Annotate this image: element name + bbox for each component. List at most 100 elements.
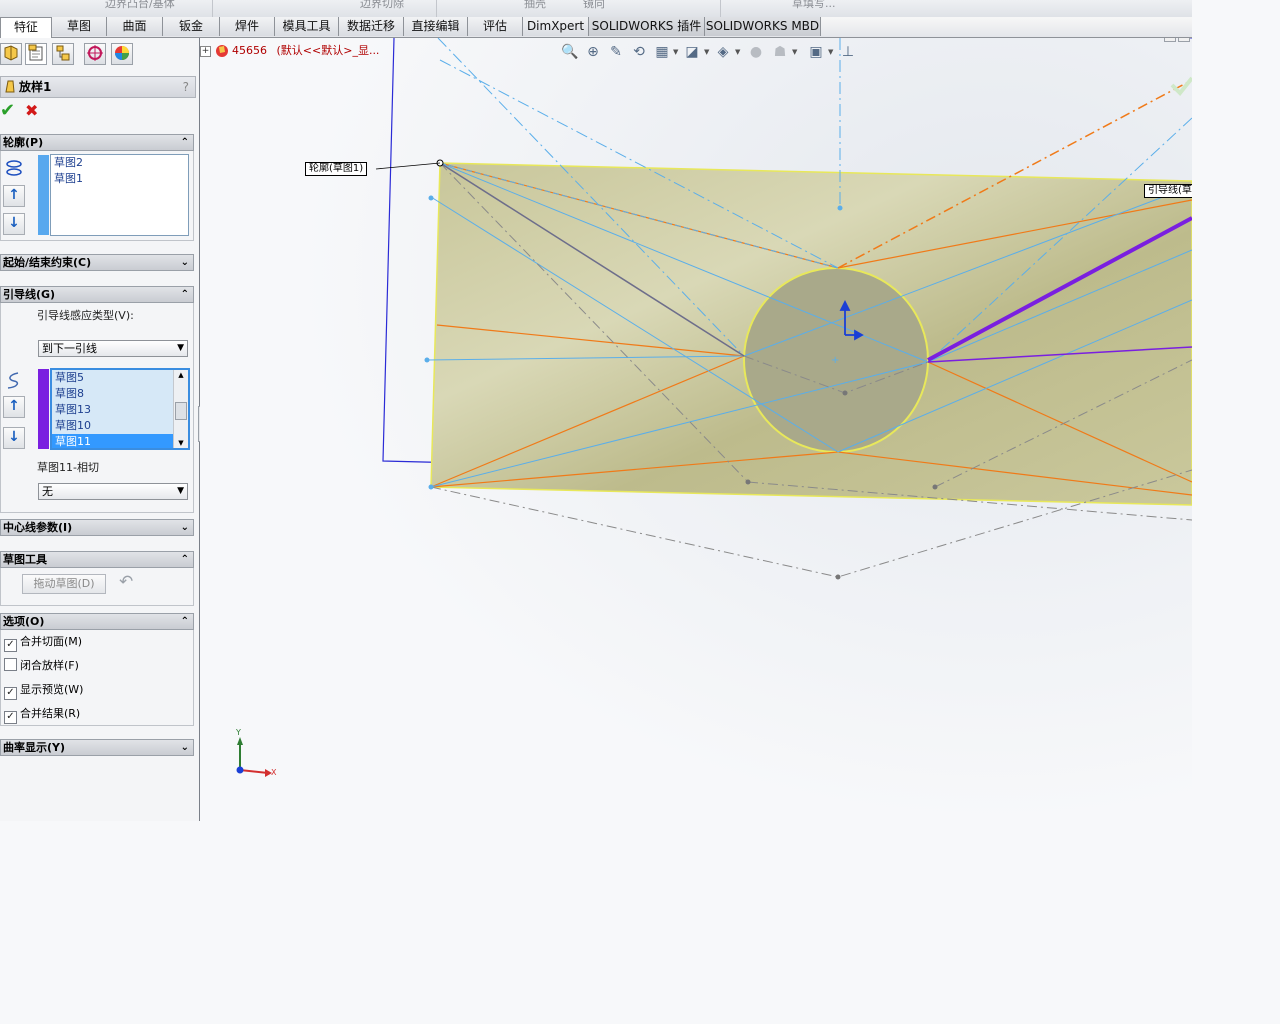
tab-surfaces[interactable]: 曲面 — [107, 17, 163, 36]
list-item[interactable]: 草图13 — [52, 402, 188, 418]
configuration-name[interactable]: (默认<<默认>_显... — [277, 44, 380, 57]
expand-icon[interactable]: ⌄ — [181, 255, 189, 270]
cancel-button[interactable]: ✖ — [25, 101, 38, 120]
chevron-down-icon[interactable]: ▼ — [704, 48, 709, 56]
list-item-selected[interactable]: 草图11 — [52, 434, 188, 448]
centerline-parameters-header[interactable]: 中心线参数(I) ⌄ — [0, 519, 194, 536]
undo-icon[interactable]: ↶ — [119, 572, 133, 592]
model-canvas[interactable]: + — [200, 38, 1192, 821]
tab-solidworks-mbd[interactable]: SOLIDWORKS MBD — [705, 17, 821, 36]
part-name[interactable]: 45656 — [232, 44, 267, 57]
profile-callout[interactable]: 轮廓(草图1) — [305, 162, 368, 176]
tab-solidworks-addins[interactable]: SOLIDWORKS 插件 — [589, 17, 705, 36]
edit-appearance-icon[interactable]: ☗ — [770, 42, 790, 62]
list-scrollbar[interactable]: ▲ ▼ — [173, 370, 188, 448]
mirror-command[interactable]: 镜向 — [583, 0, 605, 11]
collapse-icon[interactable]: ⌃ — [181, 614, 189, 629]
tab-evaluate[interactable]: 评估 — [468, 17, 523, 36]
expand-icon[interactable]: ⌄ — [181, 520, 189, 535]
apply-scene-icon[interactable]: ▣ — [806, 42, 826, 62]
chevron-down-icon[interactable]: ▼ — [735, 48, 740, 56]
manager-tab-icons — [0, 43, 199, 67]
tab-mold-tools[interactable]: 模具工具 — [275, 17, 339, 36]
profiles-section-header[interactable]: 轮廓(P) ⌃ — [0, 134, 194, 151]
divider — [720, 0, 721, 17]
graphics-viewport[interactable]: + + 45656 (默认<<默认>_显... 🔍 ⊕ ✎ ⟲ ▦ ▼ ◪ ▼ … — [200, 38, 1192, 821]
expand-icon[interactable]: + — [200, 45, 211, 57]
list-item[interactable]: 草图1 — [51, 171, 188, 187]
display-style-icon[interactable]: ◈ — [713, 42, 733, 62]
ok-button[interactable]: ✔ — [0, 100, 15, 121]
guide-callout[interactable]: 引导线(草 — [1144, 184, 1192, 198]
tab-sketch[interactable]: 草图 — [52, 17, 107, 36]
tab-sheet-metal[interactable]: 钣金 — [163, 17, 220, 36]
view-settings-icon[interactable]: ⊥ — [838, 42, 858, 62]
scroll-down-icon[interactable]: ▼ — [174, 438, 188, 448]
scroll-up-icon[interactable]: ▲ — [174, 370, 188, 380]
configuration-manager-icon[interactable] — [52, 43, 74, 65]
move-up-button[interactable]: ↑ — [3, 185, 25, 207]
section-view-icon[interactable]: ⟲ — [629, 42, 649, 62]
hide-show-items-icon[interactable]: ● — [746, 42, 766, 62]
selection-color-bar — [38, 155, 49, 235]
feature-tree-flyout[interactable]: + 45656 (默认<<默认>_显... — [200, 42, 379, 58]
feature-manager-icon[interactable] — [0, 43, 22, 65]
shell-command[interactable]: 抽壳 — [524, 0, 546, 11]
merge-tangent-faces-option[interactable]: ✓ 合并切面(M) — [4, 633, 82, 652]
show-preview-option[interactable]: ✓ 显示预览(W) — [4, 681, 83, 700]
boundary-boss-command[interactable]: 边界凸台/基体 — [105, 0, 175, 11]
tab-data-migration[interactable]: 数据迁移 — [339, 17, 404, 36]
tab-dimxpert[interactable]: DimXpert — [523, 17, 589, 36]
property-manager-panel: 放样1 ? ✔ ✖ 轮廓(P) ⌃ ↑ ↓ 草图2 草图1 起始/结束约束(C)… — [0, 38, 207, 821]
merge-result-option[interactable]: ✓ 合并结果(R) — [4, 705, 80, 724]
display-manager-icon[interactable] — [111, 43, 133, 65]
zoom-to-fit-icon[interactable]: 🔍 — [560, 42, 580, 62]
collapse-icon[interactable]: ⌃ — [181, 135, 189, 150]
guide-curves-list[interactable]: 草图5 草图8 草图13 草图10 草图11 ▲ ▼ — [50, 368, 190, 450]
profiles-list[interactable]: 草图2 草图1 — [50, 154, 189, 236]
list-item[interactable]: 草图2 — [51, 155, 188, 171]
maximize-icon[interactable]: ▢ — [1178, 38, 1190, 42]
curvature-display-header[interactable]: 曲率显示(Y) ⌄ — [0, 739, 194, 756]
divider — [436, 0, 437, 17]
options-header[interactable]: 选项(O) ⌃ — [0, 613, 194, 630]
zoom-to-area-icon[interactable]: ⊕ — [583, 42, 603, 62]
start-end-constraints-header[interactable]: 起始/结束约束(C) ⌄ — [0, 254, 194, 271]
view-orientation-icon[interactable]: ◪ — [682, 42, 702, 62]
collapse-icon[interactable]: ⌃ — [181, 287, 189, 302]
chevron-down-icon[interactable]: ▼ — [828, 48, 833, 56]
chevron-down-icon[interactable]: ▼ — [673, 48, 678, 56]
tab-features[interactable]: 特征 — [0, 17, 52, 38]
help-button[interactable]: ? — [183, 77, 189, 97]
list-item[interactable]: 草图10 — [52, 418, 188, 434]
checkbox[interactable] — [4, 658, 17, 671]
tab-weldments[interactable]: 焊件 — [220, 17, 275, 36]
previous-view-icon[interactable]: ✎ — [606, 42, 626, 62]
boundary-cut-command[interactable]: 边界切除 — [360, 0, 404, 11]
close-loft-option[interactable]: 闭合放样(F) — [4, 657, 79, 675]
dimxpert-manager-icon[interactable] — [84, 43, 106, 65]
property-manager-icon[interactable] — [25, 43, 47, 65]
move-down-button[interactable]: ↓ — [3, 213, 25, 235]
chevron-down-icon: ▼ — [177, 486, 184, 496]
tab-direct-editing[interactable]: 直接编辑 — [404, 17, 468, 36]
dynamic-annotation-icon[interactable]: ▦ — [652, 42, 672, 62]
checkbox[interactable]: ✓ — [4, 639, 17, 652]
guide-influence-select[interactable]: 到下一引线 ▼ — [38, 340, 188, 357]
list-item[interactable]: 草图8 — [52, 386, 188, 402]
misc-command[interactable]: 草填写... — [792, 0, 836, 11]
guide-curves-header[interactable]: 引导线(G) ⌃ — [0, 286, 194, 303]
collapse-icon[interactable]: ⌃ — [181, 552, 189, 567]
tangency-select[interactable]: 无 ▼ — [38, 483, 188, 500]
move-up-button[interactable]: ↑ — [3, 396, 25, 418]
checkbox[interactable]: ✓ — [4, 687, 17, 700]
drag-sketch-button[interactable]: 拖动草图(D) — [22, 574, 106, 594]
move-down-button[interactable]: ↓ — [3, 427, 25, 449]
checkbox[interactable]: ✓ — [4, 711, 17, 724]
restore-icon[interactable]: ▭ — [1164, 38, 1176, 42]
sketch-tools-header[interactable]: 草图工具 ⌃ — [0, 551, 194, 568]
expand-icon[interactable]: ⌄ — [181, 740, 189, 755]
list-item[interactable]: 草图5 — [52, 370, 188, 386]
scrollbar-thumb[interactable] — [175, 402, 187, 420]
chevron-down-icon[interactable]: ▼ — [792, 48, 797, 56]
